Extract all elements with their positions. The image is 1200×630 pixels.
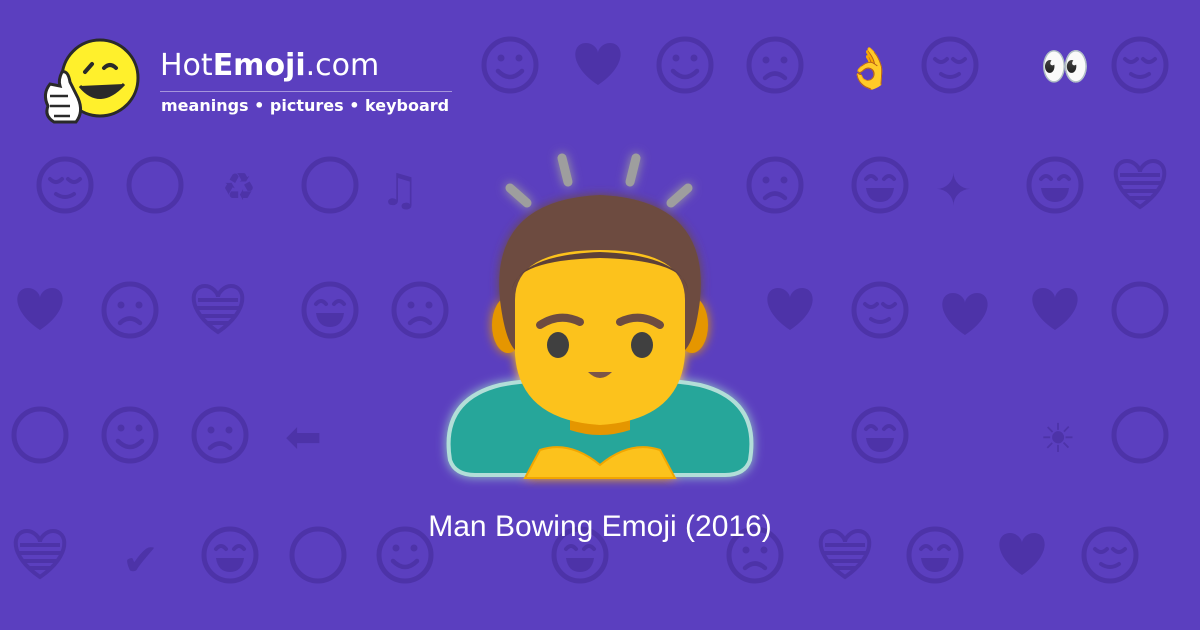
svg-text:👀: 👀	[1040, 44, 1090, 90]
site-title-light: Hot	[160, 48, 213, 83]
svg-text:♫: ♫	[380, 165, 419, 216]
svg-text:⬅: ⬅	[285, 412, 322, 463]
svg-text:☀: ☀	[1040, 416, 1076, 462]
site-header[interactable]: HotEmoji.com meanings • pictures • keybo…	[40, 34, 460, 134]
winking-face-thumbs-up-icon	[43, 38, 140, 124]
site-title-bold: Emoji	[212, 48, 306, 83]
man-bowing-emoji	[446, 153, 754, 479]
svg-text:♻: ♻	[222, 165, 256, 209]
emoji-caption: Man Bowing Emoji (2016)	[428, 510, 772, 543]
site-title: HotEmoji.com	[160, 46, 379, 86]
svg-text:✦: ✦	[935, 165, 972, 216]
site-title-suffix: .com	[305, 48, 380, 83]
svg-text:👌: 👌	[845, 46, 895, 92]
header-divider	[160, 91, 452, 92]
site-tagline: meanings • pictures • keyboard	[161, 96, 450, 115]
